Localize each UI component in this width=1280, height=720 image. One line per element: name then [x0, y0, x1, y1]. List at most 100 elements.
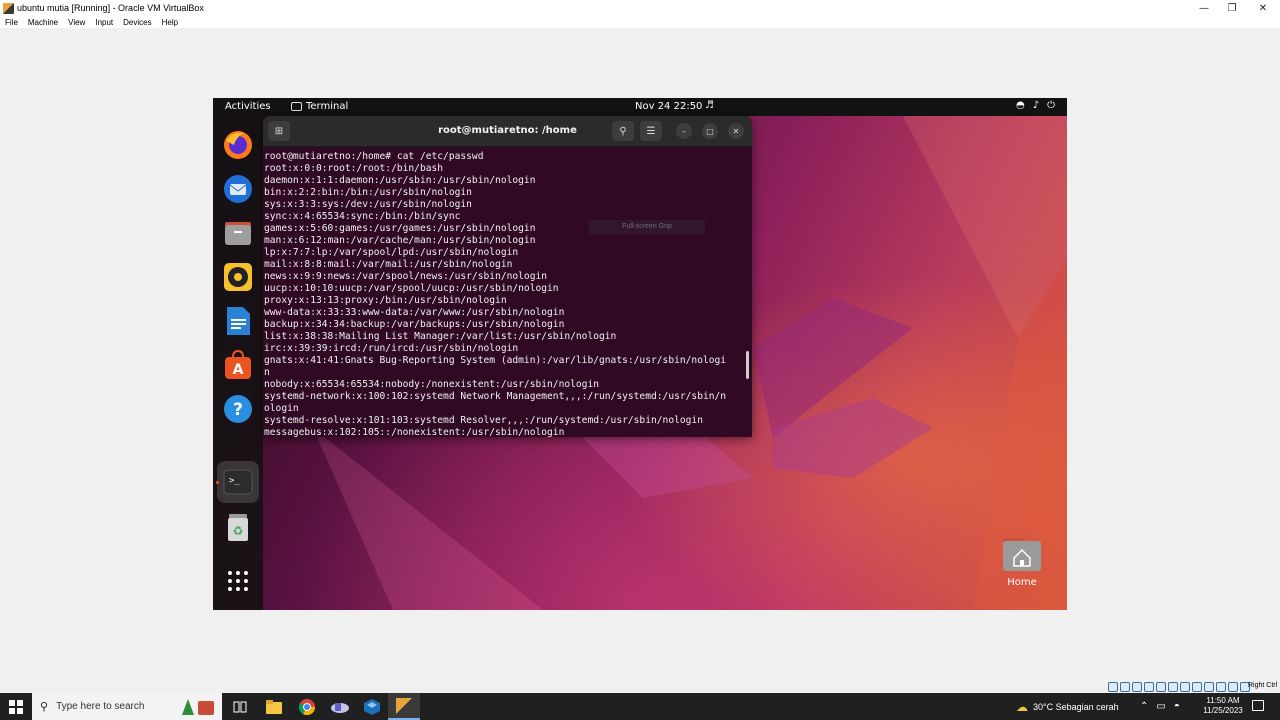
windows-logo-icon: [9, 699, 23, 714]
minimize-terminal-icon[interactable]: –: [676, 123, 692, 139]
terminal-output[interactable]: root@mutiaretno:/home# cat /etc/passwd ro…: [263, 147, 747, 437]
audio-icon[interactable]: [1132, 682, 1142, 692]
terminal-line: nobody:x:65534:65534:nobody:/nonexistent…: [264, 379, 600, 390]
terminal-line: root@mutiaretno:/home# cat /etc/passwd: [264, 151, 484, 162]
help-icon[interactable]: ?: [221, 392, 255, 426]
virtualbox-taskbar-icon[interactable]: [356, 693, 388, 720]
terminal-line: systemd-resolve:x:101:103:systemd Resolv…: [264, 415, 703, 426]
notification-bell-icon: ♬: [705, 100, 714, 111]
terminal-line: systemd-network:x:100:102:systemd Networ…: [264, 391, 727, 402]
activities-button[interactable]: Activities: [225, 101, 271, 112]
gnome-system-tray[interactable]: ◓ ♪ ⏻: [1016, 100, 1055, 111]
close-icon[interactable]: ✕: [1246, 0, 1280, 16]
teams-icon[interactable]: [324, 693, 356, 720]
terminal-line: daemon:x:1:1:daemon:/usr/sbin:/usr/sbin/…: [264, 175, 536, 186]
terminal-scrollbar[interactable]: [746, 351, 749, 379]
terminal-line: messagebus:x:102:105::/nonexistent:/usr/…: [264, 427, 565, 437]
svg-text:♻: ♻: [233, 524, 244, 538]
network-icon[interactable]: ◓: [1174, 701, 1180, 712]
app-menu-terminal[interactable]: Terminal: [291, 101, 348, 112]
volume-icon: ♪: [1032, 100, 1040, 111]
windows-taskbar: ⚲ Type here to search ☁ 30°C Sebagian ce…: [0, 693, 1280, 720]
file-explorer-icon[interactable]: [258, 693, 290, 720]
chevron-up-icon[interactable]: ⌃: [1140, 701, 1148, 712]
terminal-dock-icon[interactable]: >_: [221, 465, 255, 499]
keyboard-capture-icon[interactable]: [1228, 682, 1238, 692]
thunderbird-icon[interactable]: [221, 172, 255, 206]
svg-text:?: ?: [233, 400, 243, 420]
ubuntu-dock: A ? >_ ♻: [213, 116, 263, 610]
menu-file[interactable]: File: [5, 18, 18, 27]
vm-window-taskbar-icon[interactable]: [388, 693, 420, 720]
taskbar-time: 11:50 AM: [1206, 696, 1240, 705]
host-key-label: Right Ctrl: [1248, 682, 1278, 689]
battery-icon[interactable]: ▭: [1156, 701, 1165, 712]
terminal-line: backup:x:34:34:backup:/var/backups:/usr/…: [264, 319, 565, 330]
hdd-icon[interactable]: [1108, 682, 1118, 692]
taskbar-clock[interactable]: 11:50 AM 11/25/2023: [1200, 696, 1246, 716]
menu-machine[interactable]: Machine: [28, 18, 58, 27]
terminal-line: uucp:x:10:10:uucp:/var/spool/uucp:/usr/s…: [264, 283, 559, 294]
terminal-line: irc:x:39:39:ircd:/run/ircd:/usr/sbin/nol…: [264, 343, 519, 354]
chrome-icon[interactable]: [291, 693, 323, 720]
search-icon[interactable]: ⚲: [612, 121, 634, 141]
maximize-terminal-icon[interactable]: □: [702, 123, 718, 139]
terminal-line: man:x:6:12:man:/var/cache/man:/usr/sbin/…: [264, 235, 536, 246]
app-center-icon[interactable]: A: [221, 348, 255, 382]
rhythmbox-icon[interactable]: [221, 260, 255, 294]
fullscreen-grip-hint: Full-screen Grip: [589, 220, 705, 234]
show-apps-icon[interactable]: [221, 564, 255, 598]
gnome-topbar: Activities Terminal Nov 24 22:50 ♬ ◓ ♪ ⏻: [213, 98, 1067, 116]
menu-view[interactable]: View: [68, 18, 85, 27]
terminal-line: list:x:38:38:Mailing List Manager:/var/l…: [264, 331, 617, 342]
vm-screen[interactable]: Activities Terminal Nov 24 22:50 ♬ ◓ ♪ ⏻: [213, 98, 1067, 610]
hamburger-menu-icon[interactable]: ☰: [640, 121, 662, 141]
terminal-window[interactable]: ⊞ root@mutiaretno: /home ⚲ ☰ – □ ✕ root@…: [263, 116, 752, 437]
search-icon: ⚲: [40, 701, 49, 713]
optical-drive-icon[interactable]: [1120, 682, 1130, 692]
display-icon[interactable]: [1180, 682, 1190, 692]
network-icon: ◓: [1015, 100, 1025, 111]
trash-icon[interactable]: ♻: [221, 510, 255, 544]
close-terminal-icon[interactable]: ✕: [728, 123, 744, 139]
power-icon: ⏻: [1047, 100, 1055, 111]
terminal-line: ologin: [264, 403, 299, 414]
terminal-headerbar[interactable]: ⊞ root@mutiaretno: /home ⚲ ☰ – □ ✕: [263, 116, 752, 147]
terminal-line: news:x:9:9:news:/var/spool/news:/usr/sbi…: [264, 271, 548, 282]
home-folder-icon[interactable]: [1002, 536, 1042, 572]
start-button[interactable]: [0, 693, 32, 720]
terminal-line: root:x:0:0:root:/root:/bin/bash: [264, 163, 444, 174]
task-view-icon[interactable]: [224, 693, 256, 720]
restore-icon[interactable]: ❐: [1215, 0, 1249, 16]
recording-icon[interactable]: [1192, 682, 1202, 692]
windows-system-tray[interactable]: ⌃ ▭ ◓: [1140, 693, 1180, 720]
terminal-line: gnats:x:41:41:Gnats Bug-Reporting System…: [264, 355, 727, 366]
vbox-menubar: File Machine View Input Devices Help: [0, 16, 1280, 28]
menu-devices[interactable]: Devices: [123, 18, 151, 27]
terminal-line: sys:x:3:3:sys:/dev:/usr/sbin/nologin: [264, 199, 472, 210]
weather-widget[interactable]: ☁ 30°C Sebagian cerah: [1016, 693, 1119, 720]
search-placeholder: Type here to search: [56, 701, 145, 712]
action-center-icon[interactable]: [1252, 700, 1264, 711]
taskbar-search[interactable]: ⚲ Type here to search: [32, 693, 222, 720]
vbox-status-icons[interactable]: [1108, 681, 1250, 693]
running-indicator: [216, 481, 219, 484]
home-folder-label: Home: [1007, 577, 1037, 588]
window-title: ubuntu mutia [Running] - Oracle VM Virtu…: [17, 3, 204, 13]
weather-text: 30°C Sebagian cerah: [1033, 701, 1119, 712]
mouse-integration-icon[interactable]: [1216, 682, 1226, 692]
menu-input[interactable]: Input: [95, 18, 113, 27]
firefox-icon[interactable]: [221, 128, 255, 162]
gnome-clock[interactable]: Nov 24 22:50: [635, 101, 702, 112]
terminal-line: lp:x:7:7:lp:/var/spool/lpd:/usr/sbin/nol…: [264, 247, 519, 258]
files-icon[interactable]: [221, 216, 255, 250]
svg-text:>_: >_: [229, 476, 240, 486]
network-adapter-icon[interactable]: [1144, 682, 1154, 692]
shared-folders-icon[interactable]: [1168, 682, 1178, 692]
menu-help[interactable]: Help: [162, 18, 178, 27]
vbox-titlebar: ubuntu mutia [Running] - Oracle VM Virtu…: [0, 0, 1280, 16]
usb-icon[interactable]: [1156, 682, 1166, 692]
taskbar-date: 11/25/2023: [1203, 706, 1243, 715]
libreoffice-writer-icon[interactable]: [221, 304, 255, 338]
cpu-icon[interactable]: [1204, 682, 1214, 692]
